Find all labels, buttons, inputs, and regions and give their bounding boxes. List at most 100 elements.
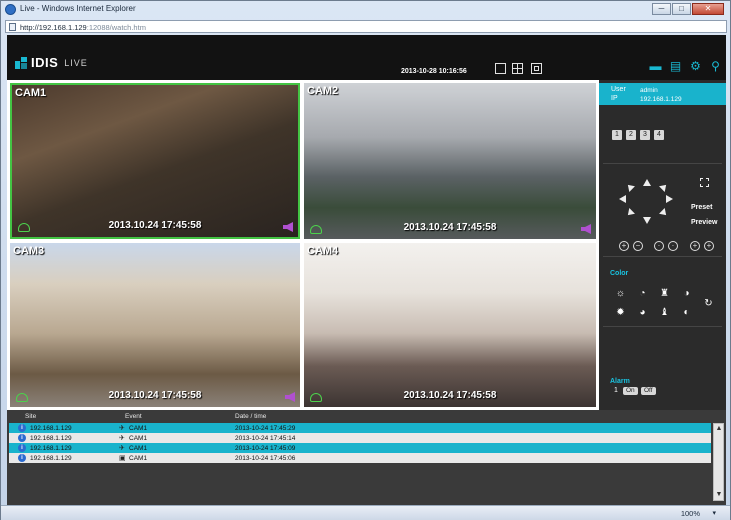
address-bar[interactable]: http://192.168.1.129:12088/watch.htm bbox=[5, 20, 727, 33]
url-host: http://192.168.1.129 bbox=[20, 23, 87, 32]
camera-view-1[interactable]: CAM1 2013.10.24 17:45:58 bbox=[10, 83, 300, 239]
channel-button-2[interactable]: 2 bbox=[626, 130, 636, 140]
event-text: CAM1 bbox=[129, 425, 148, 432]
ptz-down-right-icon[interactable] bbox=[659, 208, 669, 218]
event-time: 2013-10-24 17:45:06 bbox=[235, 455, 296, 462]
preview-label[interactable]: Preview bbox=[691, 219, 717, 226]
event-log-header: Site Event Date / time bbox=[7, 411, 726, 421]
current-datetime: 2013-10-28 10:16:56 bbox=[401, 68, 467, 75]
event-row[interactable]: i 192.168.1.129 ✈ CAM1 2013-10-24 17:45:… bbox=[9, 423, 711, 433]
event-time: 2013-10-24 17:45:29 bbox=[235, 425, 296, 432]
channel-button-4[interactable]: 4 bbox=[654, 130, 664, 140]
scroll-up-icon[interactable]: ▲ bbox=[715, 425, 723, 433]
save-icon[interactable]: ▤ bbox=[669, 60, 682, 73]
reset-color-icon[interactable]: ↻ bbox=[703, 298, 714, 309]
column-site[interactable]: Site bbox=[25, 413, 36, 420]
event-log-panel: Site Event Date / time i 192.168.1.129 ✈… bbox=[7, 410, 726, 505]
brightness-down-icon[interactable]: ✹ bbox=[615, 307, 626, 318]
channel-button-3[interactable]: 3 bbox=[640, 130, 650, 140]
color-section-title: Color bbox=[610, 270, 629, 277]
event-row[interactable]: i 192.168.1.129 ▣ CAM1 2013-10-24 17:45:… bbox=[9, 453, 711, 463]
print-icon[interactable]: ▬ bbox=[649, 60, 662, 73]
ptz-left-icon[interactable] bbox=[619, 195, 626, 203]
idis-logo: IDIS LIVE bbox=[15, 55, 88, 70]
fullscreen-icon[interactable] bbox=[531, 63, 542, 74]
brightness-up-icon[interactable]: ☼ bbox=[615, 288, 626, 299]
event-row[interactable]: i 192.168.1.129 ✈ CAM1 2013-10-24 17:45:… bbox=[9, 443, 711, 453]
contrast-down-icon[interactable]: ◐ bbox=[681, 307, 692, 318]
record-status-icon bbox=[18, 223, 30, 232]
page-icon bbox=[9, 23, 16, 31]
ptz-up-right-icon[interactable] bbox=[659, 182, 669, 192]
motion-icon: ✈ bbox=[119, 445, 125, 452]
alarm-on-button[interactable]: On bbox=[623, 387, 638, 395]
user-info-box: User admin IP 192.168.1.129 bbox=[599, 83, 726, 105]
iris-open-icon[interactable]: + bbox=[690, 241, 700, 251]
focus-near-icon[interactable]: · bbox=[654, 241, 664, 251]
channel-button-1[interactable]: 1 bbox=[612, 130, 622, 140]
close-button[interactable]: ✕ bbox=[692, 3, 724, 15]
contrast-up-icon[interactable]: ◑ bbox=[681, 288, 692, 299]
ptz-down-left-icon[interactable] bbox=[625, 208, 635, 218]
event-site: 192.168.1.129 bbox=[30, 425, 72, 432]
quad-layout-icon[interactable] bbox=[512, 63, 523, 74]
settings-icon[interactable]: ⚙ bbox=[689, 60, 702, 73]
camera-view-4[interactable]: CAM4 2013.10.24 17:45:58 bbox=[304, 243, 596, 407]
zoom-in-icon[interactable]: + bbox=[619, 241, 629, 251]
zoom-out-icon[interactable]: − bbox=[633, 241, 643, 251]
camera-label: CAM4 bbox=[307, 245, 339, 257]
event-row[interactable]: i 192.168.1.129 ✈ CAM1 2013-10-24 17:45:… bbox=[9, 433, 711, 443]
maximize-button[interactable]: □ bbox=[672, 3, 691, 15]
column-datetime[interactable]: Date / time bbox=[235, 413, 266, 420]
minimize-button[interactable]: ─ bbox=[652, 3, 671, 15]
video-loss-icon: ▣ bbox=[119, 455, 126, 462]
zoom-level[interactable]: 100% bbox=[681, 509, 700, 518]
brand-name: IDIS bbox=[31, 55, 59, 70]
camera-grid: CAM1 2013.10.24 17:45:58 CAM2 2013.10.24… bbox=[7, 80, 599, 410]
camera-timestamp: 2013.10.24 17:45:58 bbox=[403, 222, 497, 233]
camera-view-3[interactable]: CAM3 2013.10.24 17:45:58 bbox=[10, 243, 300, 407]
event-scrollbar[interactable]: ▲ ▼ bbox=[713, 423, 724, 501]
camera-label: CAM2 bbox=[307, 85, 339, 97]
ie-logo-icon bbox=[5, 4, 16, 15]
single-layout-icon[interactable] bbox=[495, 63, 506, 74]
record-status-icon bbox=[310, 393, 322, 402]
ptz-home-icon[interactable] bbox=[700, 178, 709, 187]
event-text: CAM1 bbox=[129, 445, 148, 452]
motion-icon: ✈ bbox=[119, 435, 125, 442]
preset-label[interactable]: Preset bbox=[691, 204, 712, 211]
event-site: 192.168.1.129 bbox=[30, 445, 72, 452]
motion-icon: ✈ bbox=[119, 425, 125, 432]
app-header: IDIS LIVE 2013-10-28 10:16:56 ▬ ▤ ⚙ ⚲ bbox=[7, 35, 726, 80]
status-bar: 100% ▾ bbox=[1, 505, 730, 520]
ptz-up-icon[interactable] bbox=[643, 179, 651, 186]
iris-close-icon[interactable]: + bbox=[704, 241, 714, 251]
hue-down-icon[interactable]: ♝ bbox=[659, 307, 670, 318]
alarm-off-button[interactable]: Off bbox=[641, 387, 656, 395]
record-status-icon bbox=[310, 225, 322, 234]
alarm-number: 1 bbox=[614, 387, 618, 394]
saturation-up-icon[interactable]: ◔ bbox=[637, 288, 648, 299]
hue-up-icon[interactable]: ♜ bbox=[659, 288, 670, 299]
search-icon[interactable]: ⚲ bbox=[709, 60, 722, 73]
scroll-down-icon[interactable]: ▼ bbox=[715, 491, 723, 499]
saturation-down-icon[interactable]: ◕ bbox=[637, 307, 648, 318]
camera-view-2[interactable]: CAM2 2013.10.24 17:45:58 bbox=[304, 83, 596, 239]
user-key: User bbox=[611, 86, 626, 93]
ptz-right-icon[interactable] bbox=[666, 195, 673, 203]
url-text[interactable]: http://192.168.1.129:12088/watch.htm bbox=[20, 23, 146, 32]
event-site: 192.168.1.129 bbox=[30, 455, 72, 462]
ip-value: 192.168.1.129 bbox=[640, 96, 682, 103]
ptz-up-left-icon[interactable] bbox=[625, 182, 635, 192]
divider bbox=[603, 163, 722, 164]
column-event[interactable]: Event bbox=[125, 413, 142, 420]
info-icon: i bbox=[18, 434, 26, 442]
url-path: :12088/watch.htm bbox=[86, 23, 146, 32]
info-icon: i bbox=[18, 444, 26, 452]
event-site: 192.168.1.129 bbox=[30, 435, 72, 442]
ptz-down-icon[interactable] bbox=[643, 217, 651, 224]
title-bar: Live - Windows Internet Explorer ─ □ ✕ bbox=[1, 1, 730, 19]
focus-far-icon[interactable]: · bbox=[668, 241, 678, 251]
zoom-dropdown-icon[interactable]: ▾ bbox=[712, 509, 716, 517]
browser-window: Live - Windows Internet Explorer ─ □ ✕ h… bbox=[0, 0, 731, 520]
